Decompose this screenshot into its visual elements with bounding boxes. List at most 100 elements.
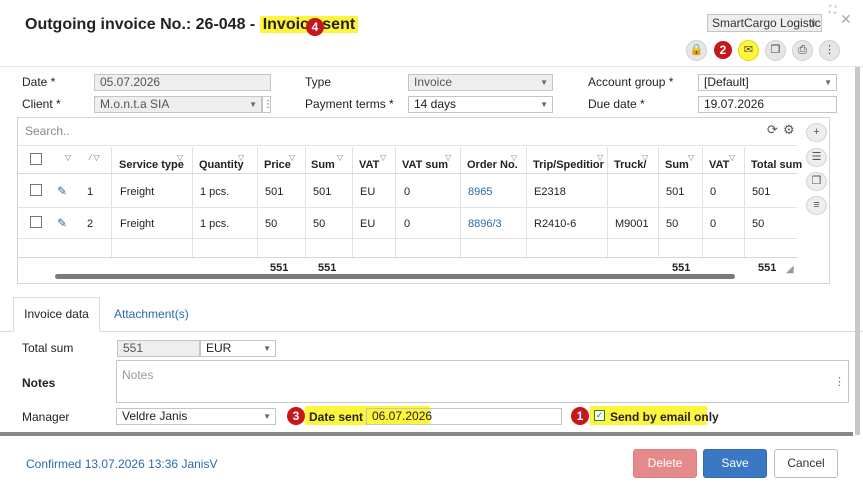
due-field[interactable]: 19.07.2026 xyxy=(698,96,837,113)
cell-vat-sum: 0 xyxy=(404,186,411,198)
notes-textarea[interactable]: Notes ⋮ xyxy=(116,360,849,403)
date-sent-value: 06.07.2026 xyxy=(372,409,433,423)
date-sent-label: Date sent xyxy=(309,410,364,424)
numbered-list-button[interactable]: ≡ xyxy=(806,196,827,215)
list-icon: ☰ xyxy=(811,151,822,163)
more-button[interactable]: ⋮ xyxy=(819,40,840,61)
type-select[interactable]: Invoice ▼ xyxy=(408,74,553,91)
tab-invoice-data[interactable]: Invoice data xyxy=(13,297,100,332)
client-more-icon[interactable]: ⋮ xyxy=(262,96,273,113)
email-only-checkbox[interactable]: ✓ xyxy=(594,410,605,421)
account-select[interactable]: [Default] ▼ xyxy=(698,74,837,91)
badge-3: 3 xyxy=(287,407,305,425)
cell-total: 50 xyxy=(752,218,765,230)
title-prefix: Outgoing invoice No.: 26-048 - xyxy=(25,16,260,33)
cell-service: Freight xyxy=(120,186,155,198)
cell-vat-sum: 0 xyxy=(404,218,411,230)
badge-1: 1 xyxy=(571,407,589,425)
email-button[interactable]: ✉ xyxy=(738,40,759,61)
list-button[interactable]: ☰ xyxy=(806,148,827,167)
cell-price: 501 xyxy=(265,186,284,198)
tab-invoice-data-label: Invoice data xyxy=(24,307,89,321)
grid-search-input[interactable]: Search.. xyxy=(25,124,70,138)
date-label: Date * xyxy=(22,75,56,89)
currency-value: EUR xyxy=(206,341,232,355)
badge-2: 2 xyxy=(714,41,732,59)
col-vat[interactable]: VAT xyxy=(359,159,379,171)
sort-icon[interactable]: ⁄ ▽ xyxy=(90,153,100,162)
tab-attachments[interactable]: Attachment(s) xyxy=(114,307,189,321)
add-row-button[interactable]: + xyxy=(806,123,827,142)
col-vat-2[interactable]: VAT xyxy=(709,159,729,171)
bottom-scrollbar[interactable] xyxy=(0,432,853,436)
terms-select[interactable]: 14 days ▼ xyxy=(408,96,553,113)
client-field[interactable]: M.o.n.t.a SIA ▼ xyxy=(94,96,262,113)
gear-icon[interactable]: ⚙ xyxy=(783,122,795,138)
chevron-down-icon: ▼ xyxy=(263,412,271,421)
printer-icon: ⎙ xyxy=(798,44,807,56)
refresh-icon[interactable]: ⟳ xyxy=(767,122,778,138)
title-divider xyxy=(0,66,863,67)
copy-row-button[interactable]: ❐ xyxy=(806,172,827,191)
col-quantity[interactable]: Quantity xyxy=(199,159,244,171)
company-select[interactable]: SmartCargo Logistics ⇅ xyxy=(707,14,822,32)
col-sum[interactable]: Sum xyxy=(311,159,335,171)
cell-service: Freight xyxy=(120,218,155,230)
resize-handle-icon[interactable]: ◢ xyxy=(786,264,794,275)
chevron-down-icon: ▼ xyxy=(263,344,271,353)
cell-sum: 50 xyxy=(313,218,326,230)
row-checkbox[interactable] xyxy=(30,184,42,196)
col-service-type[interactable]: Service type xyxy=(119,159,184,171)
total-sum-label: Total sum xyxy=(22,341,74,355)
edit-icon[interactable]: ✎ xyxy=(57,184,67,198)
client-value: M.o.n.t.a SIA xyxy=(100,97,170,111)
notes-label: Notes xyxy=(22,376,56,390)
close-icon[interactable]: ✕ xyxy=(840,11,852,28)
select-all-checkbox[interactable] xyxy=(30,153,42,165)
cell-order-link[interactable]: 8965 xyxy=(468,186,492,198)
envelope-icon: ✉ xyxy=(743,44,754,56)
confirmed-status: Confirmed 13.07.2026 13:36 JanisV xyxy=(26,457,218,471)
print-button[interactable]: ⎙ xyxy=(792,40,813,61)
col-sum-2[interactable]: Sum xyxy=(665,159,689,171)
filter-icon[interactable]: ▽ xyxy=(65,153,71,162)
company-name: SmartCargo Logistics xyxy=(712,16,822,30)
date-field[interactable]: 05.07.2026 xyxy=(94,74,271,91)
maximize-icon[interactable]: ⛶ xyxy=(829,5,836,16)
edit-icon[interactable]: ✎ xyxy=(57,216,67,230)
col-price[interactable]: Price xyxy=(264,159,291,171)
lock-button[interactable]: 🔒 xyxy=(686,40,707,61)
footer-total: 551 xyxy=(758,262,777,274)
cancel-button[interactable]: Cancel xyxy=(774,449,838,478)
numbered-list-icon: ≡ xyxy=(813,199,820,211)
save-button[interactable]: Save xyxy=(703,449,767,478)
copy-button[interactable]: ❐ xyxy=(765,40,786,61)
col-total-sum[interactable]: Total sum xyxy=(751,159,802,171)
col-vat-sum[interactable]: VAT sum xyxy=(402,159,448,171)
col-trip[interactable]: Trip/Speditior xyxy=(533,159,605,171)
cell-vat-2: 0 xyxy=(710,218,717,230)
type-label: Type xyxy=(305,75,332,89)
more-vertical-icon[interactable]: ⋮ xyxy=(834,375,845,388)
cell-truck: M9001 xyxy=(615,218,649,230)
row-checkbox[interactable] xyxy=(30,216,42,228)
delete-button[interactable]: Delete xyxy=(633,449,697,478)
cell-order-link[interactable]: 8896/3 xyxy=(468,218,502,230)
cell-sum-2: 501 xyxy=(666,186,685,198)
cell-qty: 1 pcs. xyxy=(200,186,230,198)
copy-icon: ❐ xyxy=(811,175,822,187)
horizontal-scrollbar[interactable] xyxy=(55,274,735,279)
client-label: Client * xyxy=(22,97,61,111)
account-label: Account group * xyxy=(588,75,674,89)
currency-select[interactable]: EUR ▼ xyxy=(200,340,276,357)
type-value: Invoice xyxy=(414,75,453,89)
manager-label: Manager xyxy=(22,410,70,424)
terms-value: 14 days xyxy=(414,97,457,111)
date-sent-field[interactable]: 06.07.2026 xyxy=(366,408,562,425)
cell-vat-2: 0 xyxy=(710,186,717,198)
chevron-down-icon: ▼ xyxy=(540,78,548,87)
footer-sum-total: 551 xyxy=(318,262,337,274)
right-scrollbar[interactable] xyxy=(855,67,860,435)
cell-price: 50 xyxy=(265,218,278,230)
manager-select[interactable]: Veldre Janis ▼ xyxy=(116,408,276,425)
